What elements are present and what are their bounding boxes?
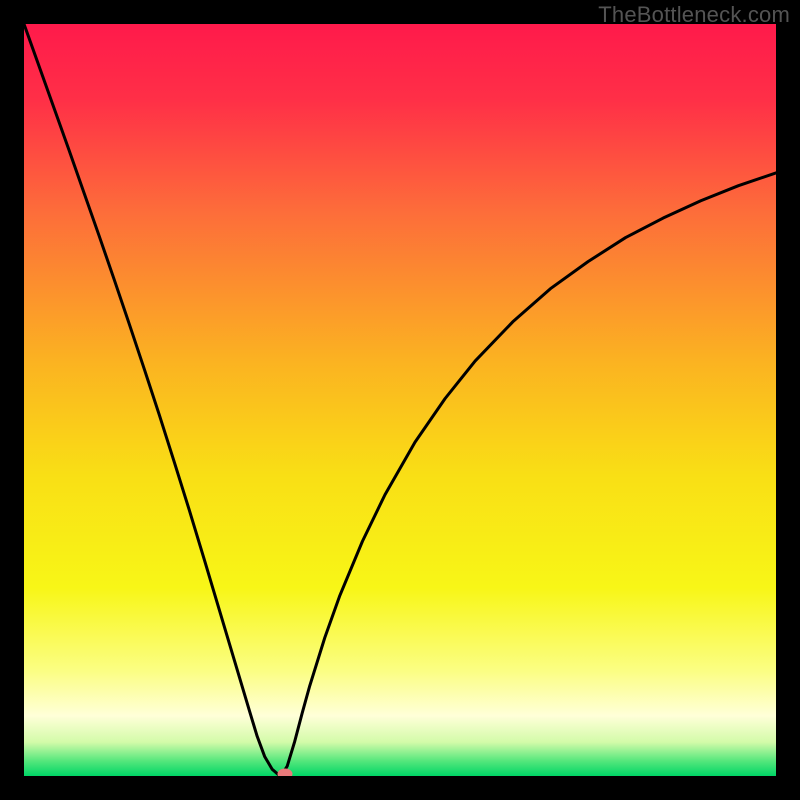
watermark-text: TheBottleneck.com [598,2,790,28]
bottleneck-curve-path [24,24,776,775]
curve-layer [24,24,776,776]
outer-frame: TheBottleneck.com [0,0,800,800]
plot-area [24,24,776,776]
highlight-dot [277,768,292,776]
